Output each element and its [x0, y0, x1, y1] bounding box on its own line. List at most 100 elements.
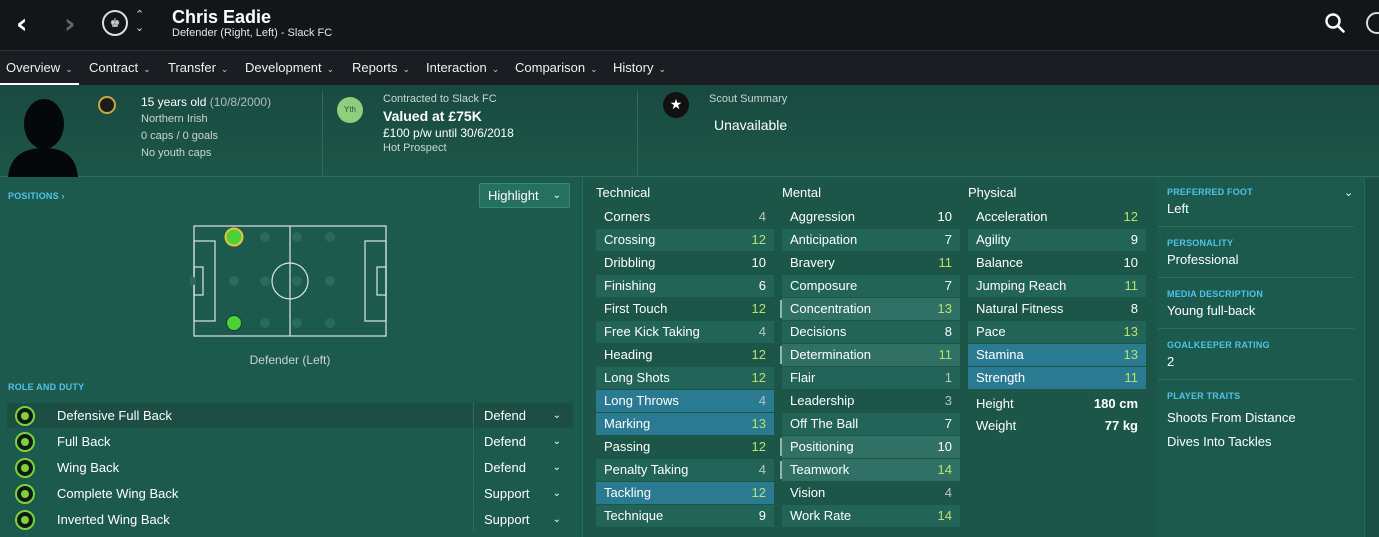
chevron-down-icon[interactable]: ⌄	[1344, 186, 1353, 199]
attribute-name: Long Shots	[604, 370, 670, 385]
attribute-value: 12	[751, 301, 766, 316]
chevron-down-icon: ⌄	[552, 462, 561, 473]
tab-reports[interactable]: Reports ⌄	[352, 51, 410, 86]
attribute-value: 10	[1123, 255, 1138, 270]
attribute-row[interactable]: Bravery 11	[782, 252, 960, 274]
position-pitch	[190, 225, 387, 337]
attribute-row[interactable]: Long Shots 12	[596, 367, 774, 389]
attribute-row[interactable]: Concentration 13	[780, 298, 960, 320]
positions-link[interactable]: POSITIONS ›	[8, 191, 65, 201]
tab-comparison[interactable]: Comparison ⌄	[515, 51, 598, 86]
role-row[interactable]: Defensive Full Back Defend ⌄	[7, 403, 573, 428]
duty-dropdown[interactable]: Defend ⌄	[473, 455, 573, 480]
attribute-value: 4	[758, 393, 766, 408]
attribute-row[interactable]: Heading 12	[596, 344, 774, 366]
attribute-row[interactable]: Flair 1	[782, 367, 960, 389]
duty-dropdown[interactable]: Defend ⌄	[473, 403, 573, 428]
duty-dropdown[interactable]: Support ⌄	[473, 481, 573, 506]
profile-panel: PREFERRED FOOT Left ⌄ PERSONALITY Profes…	[1158, 178, 1363, 537]
personality: PERSONALITY Professional	[1167, 238, 1353, 267]
player-wage: £100 p/w until 30/6/2018	[383, 126, 514, 140]
trait-item: Shoots From Distance	[1167, 410, 1296, 425]
attribute-name: Decisions	[790, 324, 847, 339]
attribute-name: Crossing	[604, 232, 656, 247]
attribute-row[interactable]: Acceleration 12	[968, 206, 1146, 228]
attribute-row[interactable]: Balance 10	[968, 252, 1146, 274]
role-row[interactable]: Complete Wing Back Support ⌄	[7, 481, 573, 506]
player-position-club: Defender (Right, Left) - Slack FC	[172, 27, 333, 39]
attribute-name: Bravery	[790, 255, 835, 270]
attribute-name: Heading	[604, 347, 653, 362]
attribute-name: Pace	[976, 324, 1006, 339]
attribute-row[interactable]: Marking 13	[596, 413, 774, 435]
attribute-row[interactable]: Dribbling 10	[596, 252, 774, 274]
attribute-row[interactable]: Corners 4	[596, 206, 774, 228]
attribute-row[interactable]: Determination 11	[780, 344, 960, 366]
back-arrow-icon[interactable]: ‹	[16, 10, 28, 38]
attribute-value: 7	[944, 278, 952, 293]
role-row[interactable]: Inverted Wing Back Support ⌄	[7, 507, 573, 532]
globe-icon[interactable]	[1366, 12, 1379, 34]
duty-dropdown[interactable]: Defend ⌄	[473, 429, 573, 454]
attribute-row[interactable]: Teamwork 14	[780, 459, 960, 481]
attribute-name: Stamina	[976, 347, 1024, 362]
attribute-row[interactable]: Aggression 10	[782, 206, 960, 228]
attribute-row[interactable]: First Touch 12	[596, 298, 774, 320]
player-cycle-arrows-icon[interactable]: ⌃ ⌄	[135, 8, 144, 34]
forward-arrow-icon[interactable]: ›	[64, 10, 76, 38]
attribute-row[interactable]: Crossing 12	[596, 229, 774, 251]
youth-caps: No youth caps	[141, 147, 212, 159]
attribute-value: 9	[758, 508, 766, 523]
scout-summary-value[interactable]: Unavailable	[714, 117, 787, 133]
search-icon[interactable]	[1324, 12, 1346, 34]
tab-overview[interactable]: Overview ⌄	[0, 51, 79, 86]
attribute-row[interactable]: Off The Ball 7	[782, 413, 960, 435]
tab-transfer[interactable]: Transfer ⌄	[168, 51, 228, 86]
attribute-row[interactable]: Technique 9	[596, 505, 774, 527]
attribute-row[interactable]: Natural Fitness 8	[968, 298, 1146, 320]
tab-development[interactable]: Development ⌄	[245, 51, 334, 86]
highlight-dropdown[interactable]: Highlight ⌄	[479, 183, 570, 208]
attribute-row[interactable]: Passing 12	[596, 436, 774, 458]
divider	[1158, 226, 1354, 227]
attribute-value: 11	[1124, 278, 1139, 293]
role-row[interactable]: Wing Back Defend ⌄	[7, 455, 573, 480]
attribute-row[interactable]: Long Throws 4	[596, 390, 774, 412]
attribute-name: First Touch	[604, 301, 668, 316]
attribute-row[interactable]: Agility 9	[968, 229, 1146, 251]
preferred-foot: PREFERRED FOOT Left	[1167, 187, 1353, 216]
chevron-down-icon: ⌄	[552, 514, 561, 525]
attribute-name: Leadership	[790, 393, 855, 408]
attribute-row[interactable]: Pace 13	[968, 321, 1146, 343]
attribute-row[interactable]: Free Kick Taking 4	[596, 321, 774, 343]
divider	[322, 91, 323, 175]
attribute-row[interactable]: Stamina 13	[968, 344, 1146, 366]
attribute-row[interactable]: Anticipation 7	[782, 229, 960, 251]
tab-history[interactable]: History ⌄	[613, 51, 666, 86]
role-row[interactable]: Full Back Defend ⌄	[7, 429, 573, 454]
attribute-row[interactable]: Tackling 12	[596, 482, 774, 504]
height-row: Height 180 cm	[968, 393, 1146, 415]
tab-interaction[interactable]: Interaction ⌄	[426, 51, 499, 86]
tab-contract[interactable]: Contract ⌄	[89, 51, 151, 86]
trait-item: Dives Into Tackles	[1167, 434, 1272, 449]
attribute-row[interactable]: Decisions 8	[782, 321, 960, 343]
positions-panel: POSITIONS › Highlight ⌄ Defender (Left) R…	[0, 178, 582, 537]
attribute-row[interactable]: Work Rate 14	[782, 505, 960, 527]
attribute-row[interactable]: Leadership 3	[782, 390, 960, 412]
club-crest-icon[interactable]: ♚	[102, 10, 128, 36]
weight-label: Weight	[976, 418, 1017, 433]
attribute-name: Work Rate	[790, 508, 852, 523]
divider	[1158, 328, 1354, 329]
duty-dropdown[interactable]: Support ⌄	[473, 507, 573, 532]
attribute-row[interactable]: Strength 11	[968, 367, 1146, 389]
attribute-row[interactable]: Jumping Reach 11	[968, 275, 1146, 297]
attribute-row[interactable]: Composure 7	[782, 275, 960, 297]
attribute-row[interactable]: Finishing 6	[596, 275, 774, 297]
attribute-value: 7	[944, 232, 952, 247]
chevron-down-icon: ⌄	[552, 190, 561, 201]
divider	[1158, 277, 1354, 278]
attribute-row[interactable]: Positioning 10	[780, 436, 960, 458]
attribute-row[interactable]: Vision 4	[782, 482, 960, 504]
attribute-row[interactable]: Penalty Taking 4	[596, 459, 774, 481]
